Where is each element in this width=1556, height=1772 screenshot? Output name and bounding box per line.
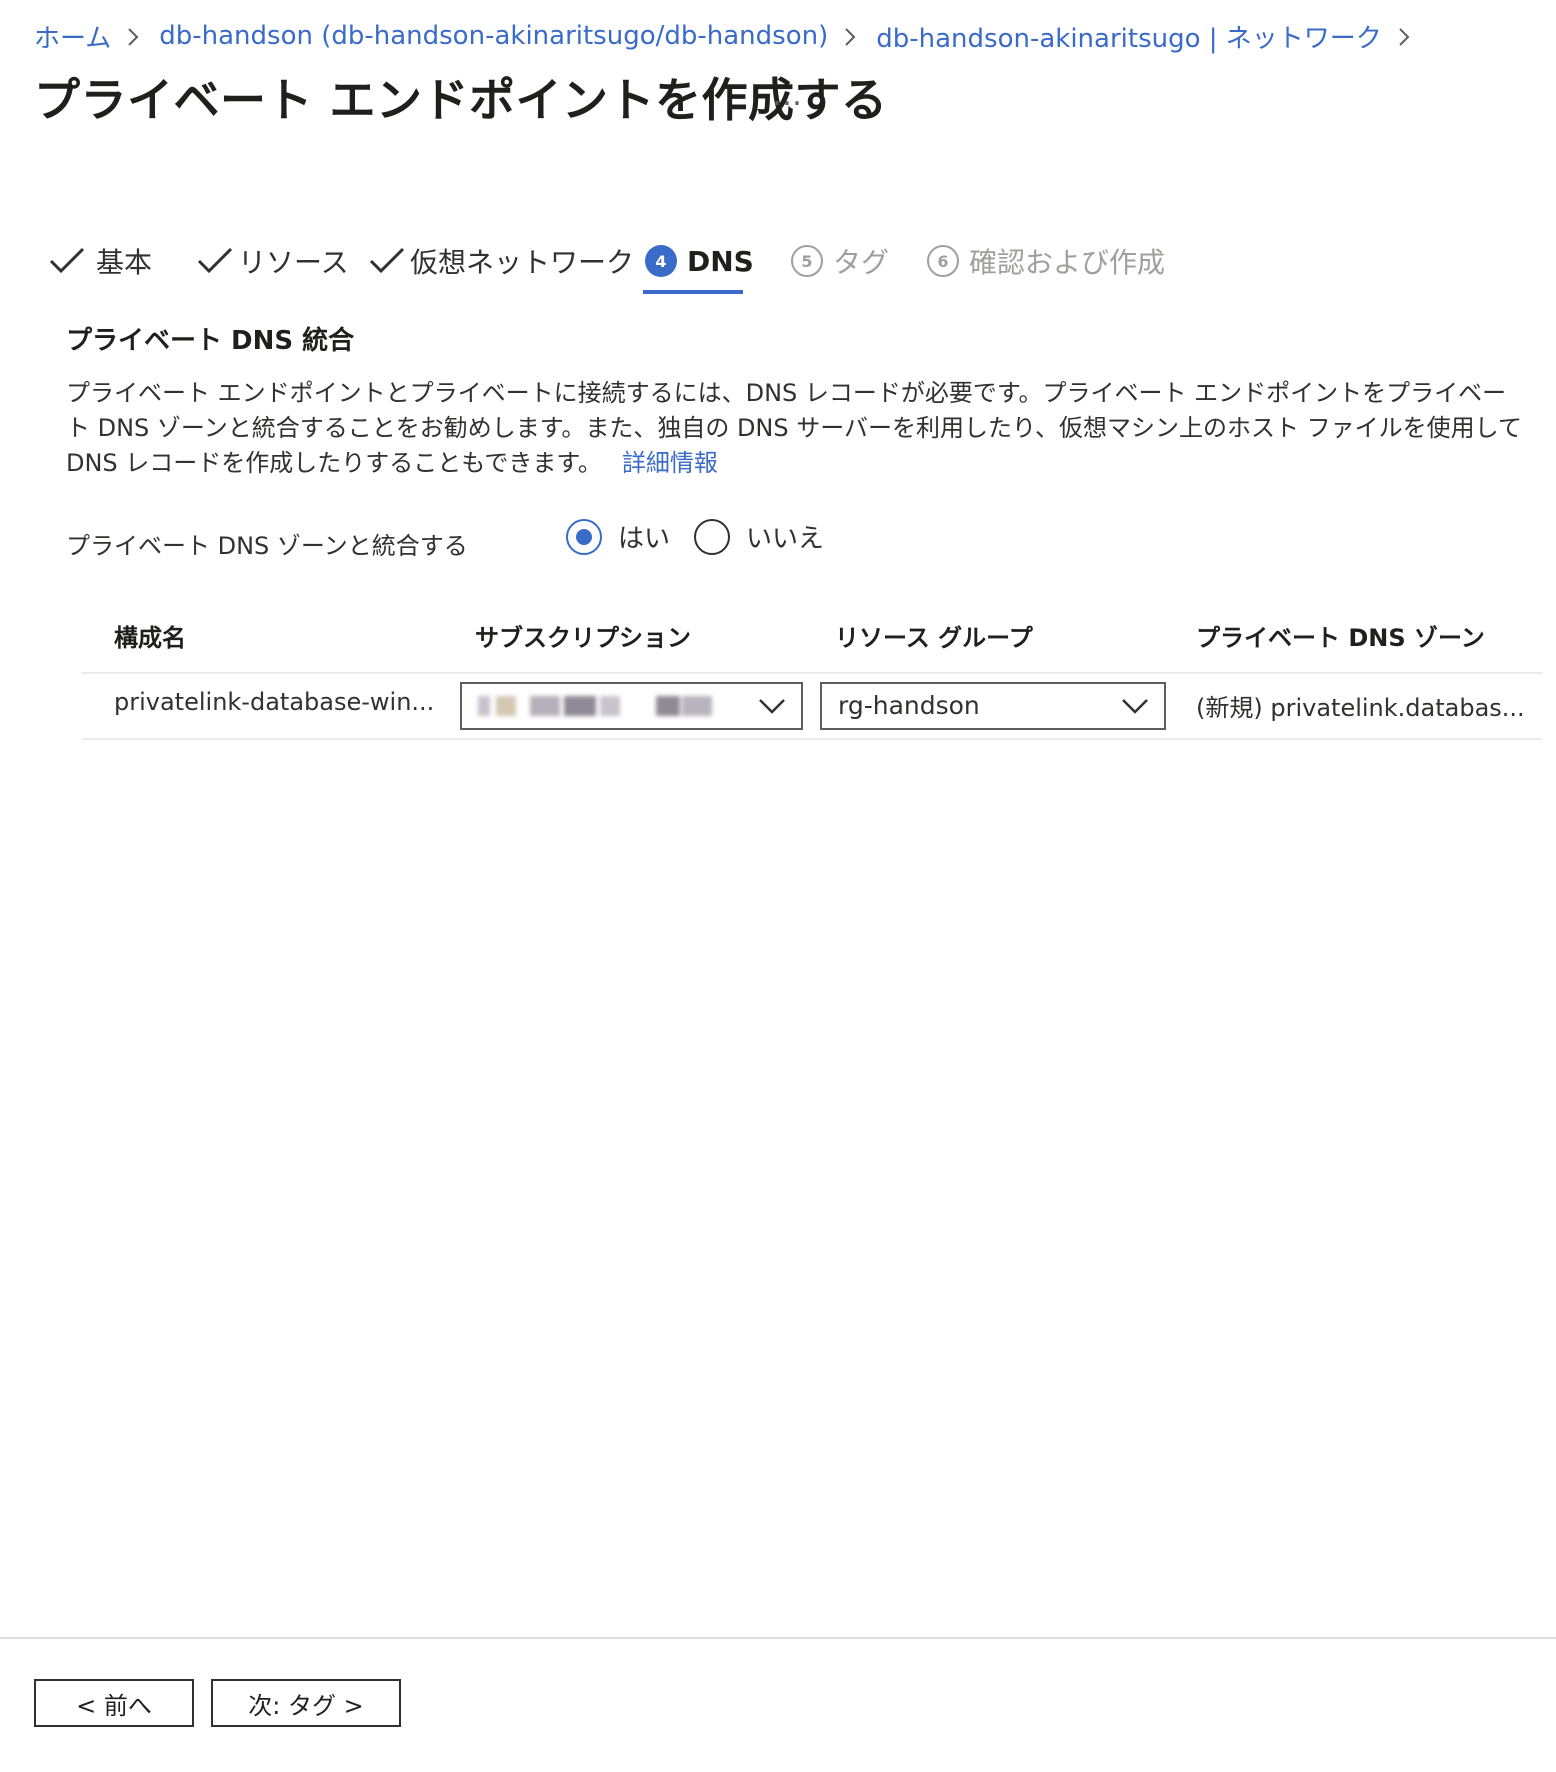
tab-label: リソース [238, 246, 349, 279]
config-name-cell: privatelink-database-win... [114, 688, 435, 716]
step-number-badge: 5 [791, 245, 823, 277]
dns-zone-cell: (新規) privatelink.databas... [1196, 694, 1525, 722]
tab-tags: 5 タグ [791, 236, 889, 286]
tab-label: DNS [687, 244, 754, 278]
breadcrumb-resource-link[interactable]: db-handson (db-handson-akinaritsugo/db-h… [159, 21, 828, 51]
resource-group-value: rg-handson [838, 691, 980, 720]
chevron-down-icon [1122, 698, 1148, 718]
radio-yes-label[interactable]: はい [618, 518, 670, 555]
radio-no[interactable] [694, 518, 731, 555]
breadcrumb-network-link[interactable]: db-handson-akinaritsugo | ネットワーク [876, 18, 1382, 55]
section-title: プライベート DNS 統合 [66, 326, 355, 356]
step-number-badge: 6 [927, 245, 959, 277]
checkmark-icon [368, 246, 406, 276]
checkmark-icon [196, 246, 234, 276]
tab-label: タグ [833, 246, 890, 279]
radio-no-label[interactable]: いいえ [746, 518, 824, 555]
radio-yes[interactable] [566, 518, 602, 555]
tab-review-create: 6 確認および作成 [927, 236, 1165, 286]
column-header-config-name: 構成名 [114, 624, 186, 652]
page-title: プライベート エンドポイントを作成する [34, 73, 888, 127]
tab-dns[interactable]: 4 DNS [645, 236, 754, 286]
step-number-badge: 4 [645, 245, 677, 277]
description-text: プライベート エンドポイントとプライベートに接続するには、DNS レコードが必要… [66, 379, 1522, 477]
tab-resources[interactable]: リソース [196, 236, 349, 286]
active-tab-indicator [643, 290, 743, 294]
tab-label: 基本 [96, 246, 153, 279]
tab-label: 確認および作成 [969, 246, 1166, 279]
chevron-right-icon [111, 16, 159, 56]
chevron-right-icon [828, 16, 876, 56]
chevron-down-icon [759, 698, 785, 718]
breadcrumb-home-link[interactable]: ホーム [34, 18, 111, 55]
table-row-divider [82, 738, 1542, 740]
redacted-subscription-value [478, 696, 718, 718]
resource-group-dropdown[interactable]: rg-handson [820, 682, 1166, 730]
next-tags-button[interactable]: 次: タグ > [211, 1679, 401, 1727]
subscription-dropdown[interactable] [460, 682, 803, 730]
column-header-subscription: サブスクリプション [475, 624, 691, 652]
footer-divider [0, 1637, 1556, 1639]
more-options-icon[interactable]: … [772, 78, 804, 113]
tab-virtual-network[interactable]: 仮想ネットワーク [368, 236, 634, 286]
previous-button[interactable]: < 前へ [34, 1679, 194, 1727]
breadcrumb: ホーム db-handson (db-handson-akinaritsugo/… [34, 16, 1430, 56]
checkmark-icon [48, 246, 86, 276]
column-header-dns-zone: プライベート DNS ゾーン [1196, 624, 1485, 652]
chevron-right-icon [1382, 16, 1430, 56]
table-header-divider [82, 672, 1542, 674]
section-description: プライベート エンドポイントとプライベートに接続するには、DNS レコードが必要… [66, 376, 1526, 481]
integrate-dns-label: プライベート DNS ゾーンと統合する [66, 532, 468, 560]
integrate-dns-radio-group: はい いいえ [566, 518, 848, 555]
column-header-resource-group: リソース グループ [835, 624, 1033, 652]
tab-basics[interactable]: 基本 [48, 236, 152, 286]
learn-more-link[interactable]: 詳細情報 [622, 449, 718, 477]
tab-label: 仮想ネットワーク [410, 246, 635, 279]
